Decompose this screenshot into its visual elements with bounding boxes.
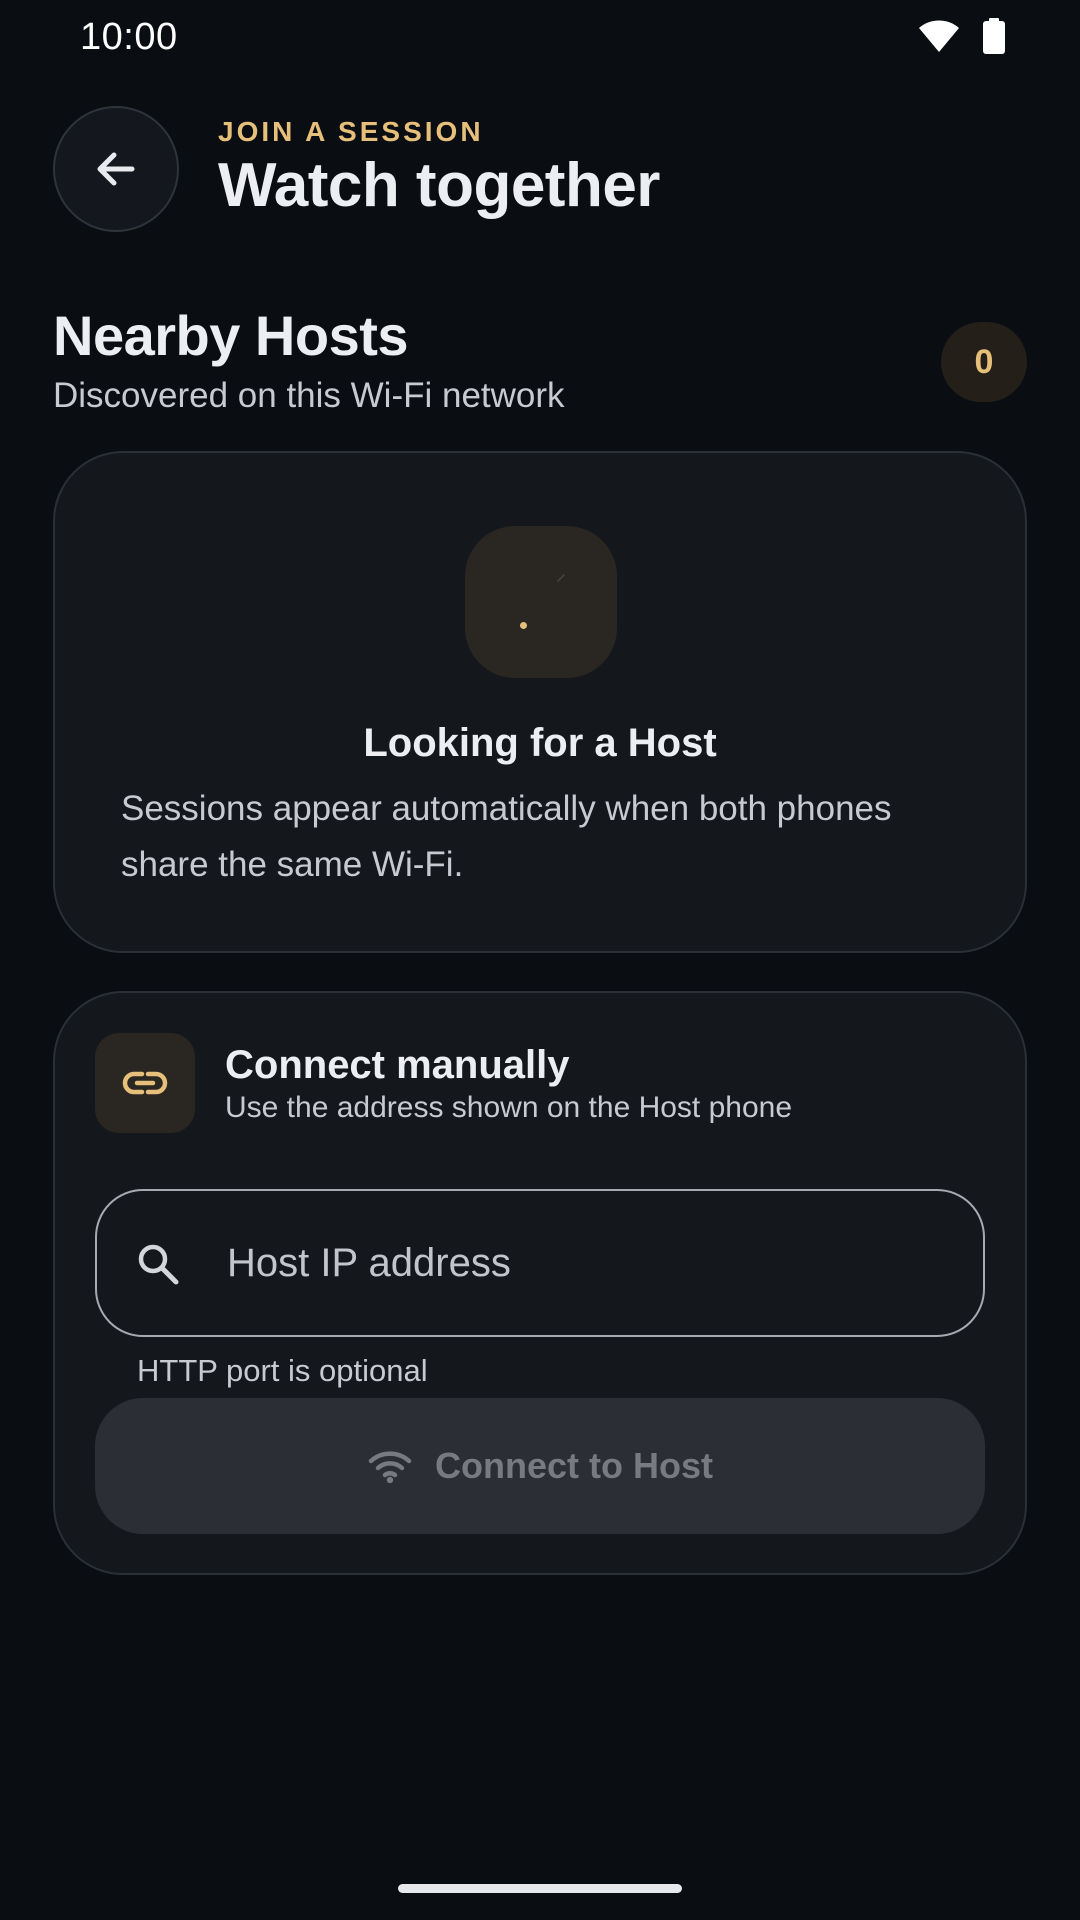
host-search-card: Looking for a Host Sessions appear autom… bbox=[53, 451, 1027, 953]
radar-scan-icon bbox=[465, 526, 617, 678]
nearby-hosts-subtitle: Discovered on this Wi-Fi network bbox=[53, 376, 565, 415]
nearby-hosts-title: Nearby Hosts bbox=[53, 304, 409, 367]
page-title: Watch together bbox=[218, 151, 660, 220]
link-icon bbox=[122, 1071, 168, 1095]
status-time: 10:00 bbox=[80, 16, 178, 58]
host-ip-input[interactable] bbox=[227, 1225, 947, 1301]
manual-connect-card: Connect manually Use the address shown o… bbox=[53, 991, 1027, 1575]
hosts-count-badge: 0 bbox=[941, 322, 1027, 402]
battery-icon bbox=[983, 18, 1005, 54]
link-icon-tile bbox=[95, 1033, 195, 1133]
scan-sweep bbox=[557, 574, 565, 582]
home-indicator[interactable] bbox=[398, 1884, 682, 1893]
ip-helper-text: HTTP port is optional bbox=[137, 1353, 428, 1388]
search-icon bbox=[138, 1244, 179, 1285]
connect-button-label: Connect to Host bbox=[435, 1445, 713, 1486]
connect-to-host-button[interactable]: Connect to Host bbox=[95, 1398, 985, 1534]
host-ip-field[interactable] bbox=[95, 1189, 985, 1337]
scan-dot bbox=[520, 622, 527, 629]
empty-state-description: Sessions appear automatically when both … bbox=[121, 789, 892, 884]
page-eyebrow: JOIN A SESSION bbox=[218, 116, 484, 147]
manual-connect-title: Connect manually bbox=[225, 1043, 570, 1087]
empty-state-title: Looking for a Host bbox=[363, 721, 717, 765]
back-button[interactable] bbox=[53, 106, 179, 232]
wifi-icon bbox=[368, 1451, 412, 1484]
join-session-screen: 10:00 JOIN A SESSION Watch together Near… bbox=[0, 0, 1080, 1920]
arrow-left-icon bbox=[97, 152, 135, 186]
wifi-icon bbox=[919, 20, 959, 52]
manual-connect-description: Use the address shown on the Host phone bbox=[225, 1091, 793, 1124]
status-bar: 10:00 bbox=[0, 0, 1080, 72]
